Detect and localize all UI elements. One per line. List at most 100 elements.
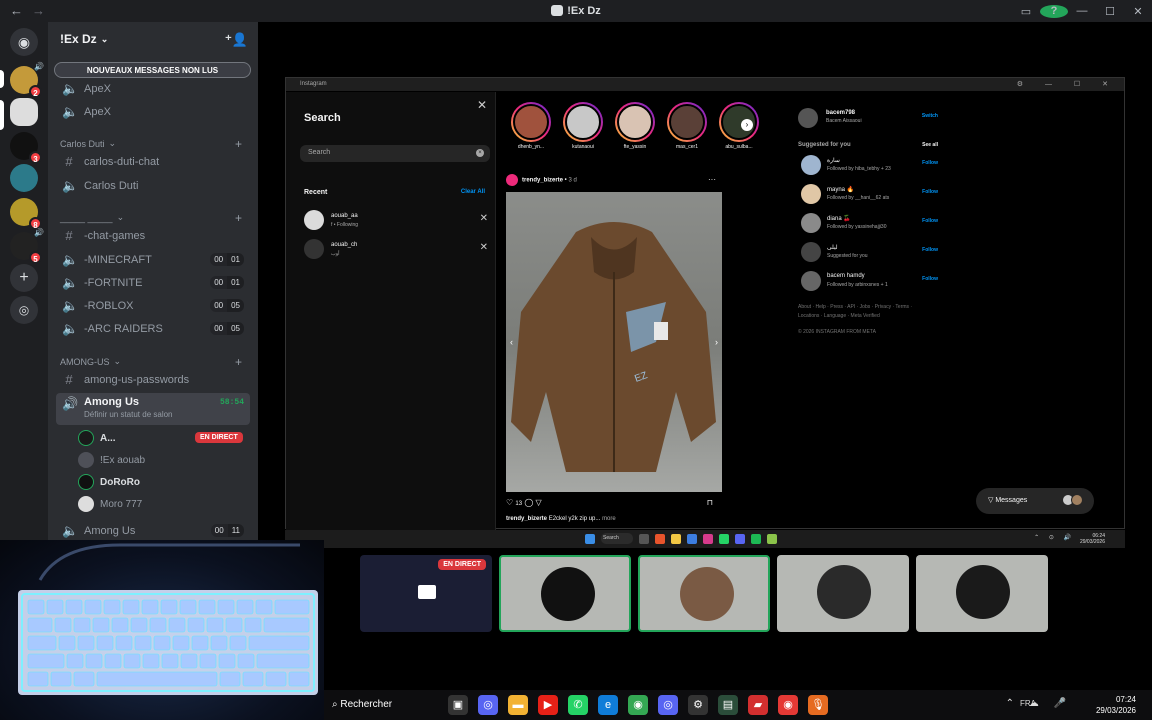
whatsapp-icon[interactable]: ✆ bbox=[568, 695, 588, 715]
participant-tile[interactable] bbox=[777, 555, 909, 632]
server-icon[interactable]: 8 bbox=[10, 198, 42, 230]
invite-icon[interactable]: ⁺👤 bbox=[225, 32, 248, 48]
voice-member[interactable]: !Ex aouab bbox=[78, 450, 145, 470]
comment-icon[interactable]: ◯ bbox=[524, 498, 533, 507]
channel-chat-games[interactable]: # -chat-games bbox=[56, 225, 250, 246]
discover-icon[interactable]: ◎ bbox=[10, 296, 38, 324]
channel-apex[interactable]: 🔈 ApeX bbox=[56, 78, 250, 99]
avatar[interactable] bbox=[801, 213, 821, 233]
server-header[interactable]: !Ex Dz ⌄ ⁺👤 bbox=[48, 22, 258, 56]
minimize-button[interactable]: — bbox=[1068, 5, 1096, 17]
discord-home-icon[interactable]: ◉ bbox=[10, 28, 38, 56]
channel-roblox[interactable]: 🔈 -ROBLOX 00 05 bbox=[56, 295, 250, 316]
channel-fortnite[interactable]: 🔈 -FORTNITE 00 01 bbox=[56, 272, 250, 293]
participant-tile[interactable] bbox=[638, 555, 770, 632]
unread-banner[interactable]: NOUVEAUX MESSAGES NON LUS bbox=[54, 62, 251, 78]
search-input[interactable]: Search × bbox=[300, 145, 490, 162]
folder-icon[interactable]: ▬ bbox=[508, 695, 528, 715]
participant-tile[interactable] bbox=[916, 555, 1048, 632]
system-tray[interactable]: ⌃ ☁ 🎤 bbox=[1006, 698, 1072, 709]
voice-member[interactable]: DoRoRo bbox=[78, 472, 140, 492]
app-icon[interactable]: ▤ bbox=[718, 695, 738, 715]
chevron-right-icon[interactable]: › bbox=[741, 119, 753, 131]
discord-app-icon[interactable]: ◎ bbox=[658, 695, 678, 715]
channel-status[interactable]: Définir un statut de salon bbox=[84, 410, 173, 419]
channel-apex[interactable]: 🔈 ApeX bbox=[56, 101, 250, 122]
voice-member[interactable]: A... bbox=[78, 428, 116, 448]
channel-among-us[interactable]: 🔈 Among Us 00 11 bbox=[56, 520, 250, 541]
taskbar-search[interactable]: ⌕ Rechercher bbox=[326, 695, 446, 715]
close-icon[interactable]: ✕ bbox=[477, 98, 487, 112]
chrome-icon[interactable]: ◉ bbox=[628, 695, 648, 715]
server-icon[interactable]: 3 bbox=[10, 132, 42, 164]
channel-carlos-duti-chat[interactable]: # carlos-duti-chat bbox=[56, 151, 250, 172]
add-channel-icon[interactable]: + bbox=[235, 355, 242, 369]
share-icon[interactable]: ▽ bbox=[536, 498, 542, 507]
channel-among-us-active[interactable]: 🔊 Among Us Définir un statut de salon 58:54 bbox=[56, 393, 250, 425]
discord-icon[interactable]: ◎ bbox=[478, 695, 498, 715]
microphone-icon[interactable]: 🎙 bbox=[808, 695, 828, 715]
messages-button[interactable]: ▽ Messages bbox=[976, 488, 1094, 514]
avatar[interactable] bbox=[801, 155, 821, 175]
like-icon[interactable]: ♡ bbox=[506, 498, 513, 507]
follow-button[interactable]: Follow bbox=[922, 247, 938, 253]
channel-minecraft[interactable]: 🔈 -MINECRAFT 00 01 bbox=[56, 249, 250, 270]
footer-links[interactable]: About · Help · Press · API · Jobs · Priv… bbox=[798, 303, 928, 321]
chevron-right-icon[interactable]: › bbox=[715, 337, 718, 347]
avatar[interactable] bbox=[801, 271, 821, 291]
edge-icon[interactable]: e bbox=[598, 695, 618, 715]
category-games[interactable]: _____ _____ ⌄ + bbox=[60, 211, 250, 225]
server-icon-selected[interactable] bbox=[10, 98, 38, 126]
post-username[interactable]: trendy_bizerte bbox=[522, 178, 563, 184]
story[interactable]: mas_cer1 bbox=[667, 102, 707, 150]
add-channel-icon[interactable]: + bbox=[235, 211, 242, 225]
avatar[interactable] bbox=[801, 184, 821, 204]
avatar[interactable] bbox=[506, 174, 518, 186]
taskview-icon[interactable]: ▣ bbox=[448, 695, 468, 715]
server-icon[interactable]: 🔊 5 bbox=[10, 228, 44, 264]
story[interactable]: kutanaoui bbox=[563, 102, 603, 150]
server-icon[interactable]: 🔊 2 bbox=[10, 62, 44, 98]
help-icon[interactable]: ? bbox=[1040, 4, 1068, 18]
avatar[interactable] bbox=[801, 242, 821, 262]
close-button[interactable]: ✕ bbox=[1124, 5, 1152, 18]
category-carlos-duti[interactable]: Carlos Duti ⌄ + bbox=[60, 137, 250, 151]
remove-icon[interactable]: ✕ bbox=[480, 242, 488, 253]
save-icon[interactable]: ⊓ bbox=[707, 498, 713, 507]
remove-icon[interactable]: ✕ bbox=[480, 213, 488, 224]
add-server-icon[interactable]: + bbox=[10, 264, 38, 292]
add-channel-icon[interactable]: + bbox=[235, 137, 242, 151]
follow-button[interactable]: Follow bbox=[922, 218, 938, 224]
category-among-us[interactable]: AMONG-US ⌄ + bbox=[60, 355, 250, 369]
participant-tile[interactable] bbox=[499, 555, 631, 632]
story[interactable]: fte_yassin bbox=[615, 102, 655, 150]
follow-button[interactable]: Follow bbox=[922, 160, 938, 166]
taskbar-clock[interactable]: 07:24 29/03/2026 bbox=[1096, 694, 1136, 716]
clear-all-button[interactable]: Clear All bbox=[461, 189, 485, 195]
channel-among-us-passwords[interactable]: # among-us-passwords bbox=[56, 369, 250, 390]
settings-icon[interactable]: ⚙ bbox=[688, 695, 708, 715]
follow-button[interactable]: Follow bbox=[922, 189, 938, 195]
game-icon[interactable]: ▰ bbox=[748, 695, 768, 715]
clear-search-icon[interactable]: × bbox=[476, 149, 484, 157]
story[interactable]: dhenb_yn... bbox=[511, 102, 551, 150]
channel-arc-raiders[interactable]: 🔈 -ARC RAIDERS 00 05 bbox=[56, 318, 250, 339]
channel-carlos-duti[interactable]: 🔈 Carlos Duti bbox=[56, 175, 250, 196]
see-all-link[interactable]: See all bbox=[922, 142, 938, 148]
inbox-icon[interactable]: ▭ bbox=[1012, 5, 1040, 18]
voice-member[interactable]: Moro 777 bbox=[78, 494, 142, 514]
more-icon[interactable]: ··· bbox=[708, 175, 716, 184]
server-icon[interactable] bbox=[10, 164, 38, 192]
avatar[interactable] bbox=[798, 108, 818, 128]
youtube-icon[interactable]: ▶ bbox=[538, 695, 558, 715]
chevron-left-icon[interactable]: ‹ bbox=[510, 337, 513, 347]
maximize-button[interactable]: ☐ bbox=[1096, 5, 1124, 18]
chrome-alt-icon[interactable]: ◉ bbox=[778, 695, 798, 715]
post-image[interactable]: EZ ‹ › bbox=[506, 192, 722, 492]
follow-button[interactable]: Follow bbox=[922, 276, 938, 282]
story[interactable]: abu_sulba... bbox=[719, 102, 759, 150]
stream-preview-tile[interactable]: EN DIRECT bbox=[360, 555, 492, 632]
recent-item[interactable]: aouab_ch أوب ✕ bbox=[304, 239, 490, 261]
recent-item[interactable]: aouab_aa f • Following ✕ bbox=[304, 210, 490, 232]
switch-button[interactable]: Switch bbox=[922, 113, 938, 119]
